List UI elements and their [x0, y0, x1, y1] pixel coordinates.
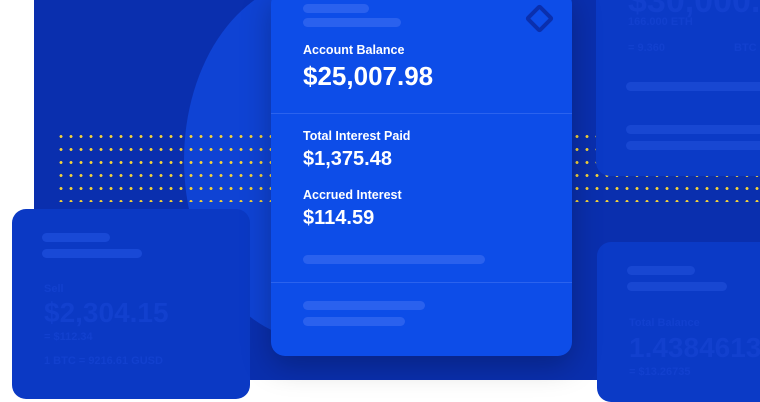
right-top-card: $30,000.0 166.000 ETH = 9.360 BTC — [596, 0, 760, 176]
right-top-eth: 166.000 ETH — [628, 16, 693, 28]
card-divider — [271, 282, 572, 283]
total-balance-label: Total Balance — [629, 317, 700, 329]
sell-change: = $112.34 — [44, 331, 93, 343]
account-card: Account Balance $25,007.98 Total Interes… — [271, 0, 572, 356]
total-balance-amount: 1.4384613 — [629, 332, 760, 363]
placeholder-bar — [626, 125, 760, 134]
exchange-rate: 1 BTC = 9216.61 GUSD — [44, 355, 163, 367]
placeholder-bar — [42, 249, 142, 258]
accrued-interest-label: Accrued Interest — [303, 188, 402, 202]
placeholder-bar — [627, 282, 727, 291]
right-top-sub-ticker: BTC — [734, 42, 757, 54]
total-interest-value: $1,375.48 — [303, 148, 392, 170]
sell-label: Sell — [44, 283, 64, 295]
placeholder-bar — [303, 255, 485, 264]
dot-grid-left — [56, 130, 272, 202]
placeholder-bar — [626, 141, 760, 150]
placeholder-bar — [303, 4, 369, 13]
account-balance-label: Account Balance — [303, 43, 405, 57]
total-balance-change: = $13.26735 — [629, 366, 691, 378]
total-interest-label: Total Interest Paid — [303, 129, 411, 143]
right-top-sub-value: = 9.360 — [628, 42, 666, 54]
right-bottom-card: Total Balance 1.4384613 = $13.26735 — [597, 242, 760, 402]
left-card: Sell $2,304.15 = $112.34 1 BTC = 9216.61… — [12, 209, 250, 399]
placeholder-bar — [627, 266, 695, 275]
card-divider — [271, 113, 572, 114]
placeholder-bar — [303, 18, 401, 27]
accrued-interest-value: $114.59 — [303, 207, 375, 229]
placeholder-bar — [626, 82, 760, 91]
sell-amount: $2,304.15 — [44, 297, 169, 328]
placeholder-bar — [42, 233, 110, 242]
account-balance-value: $25,007.98 — [303, 61, 434, 91]
placeholder-bar — [303, 317, 405, 326]
placeholder-bar — [303, 301, 425, 310]
